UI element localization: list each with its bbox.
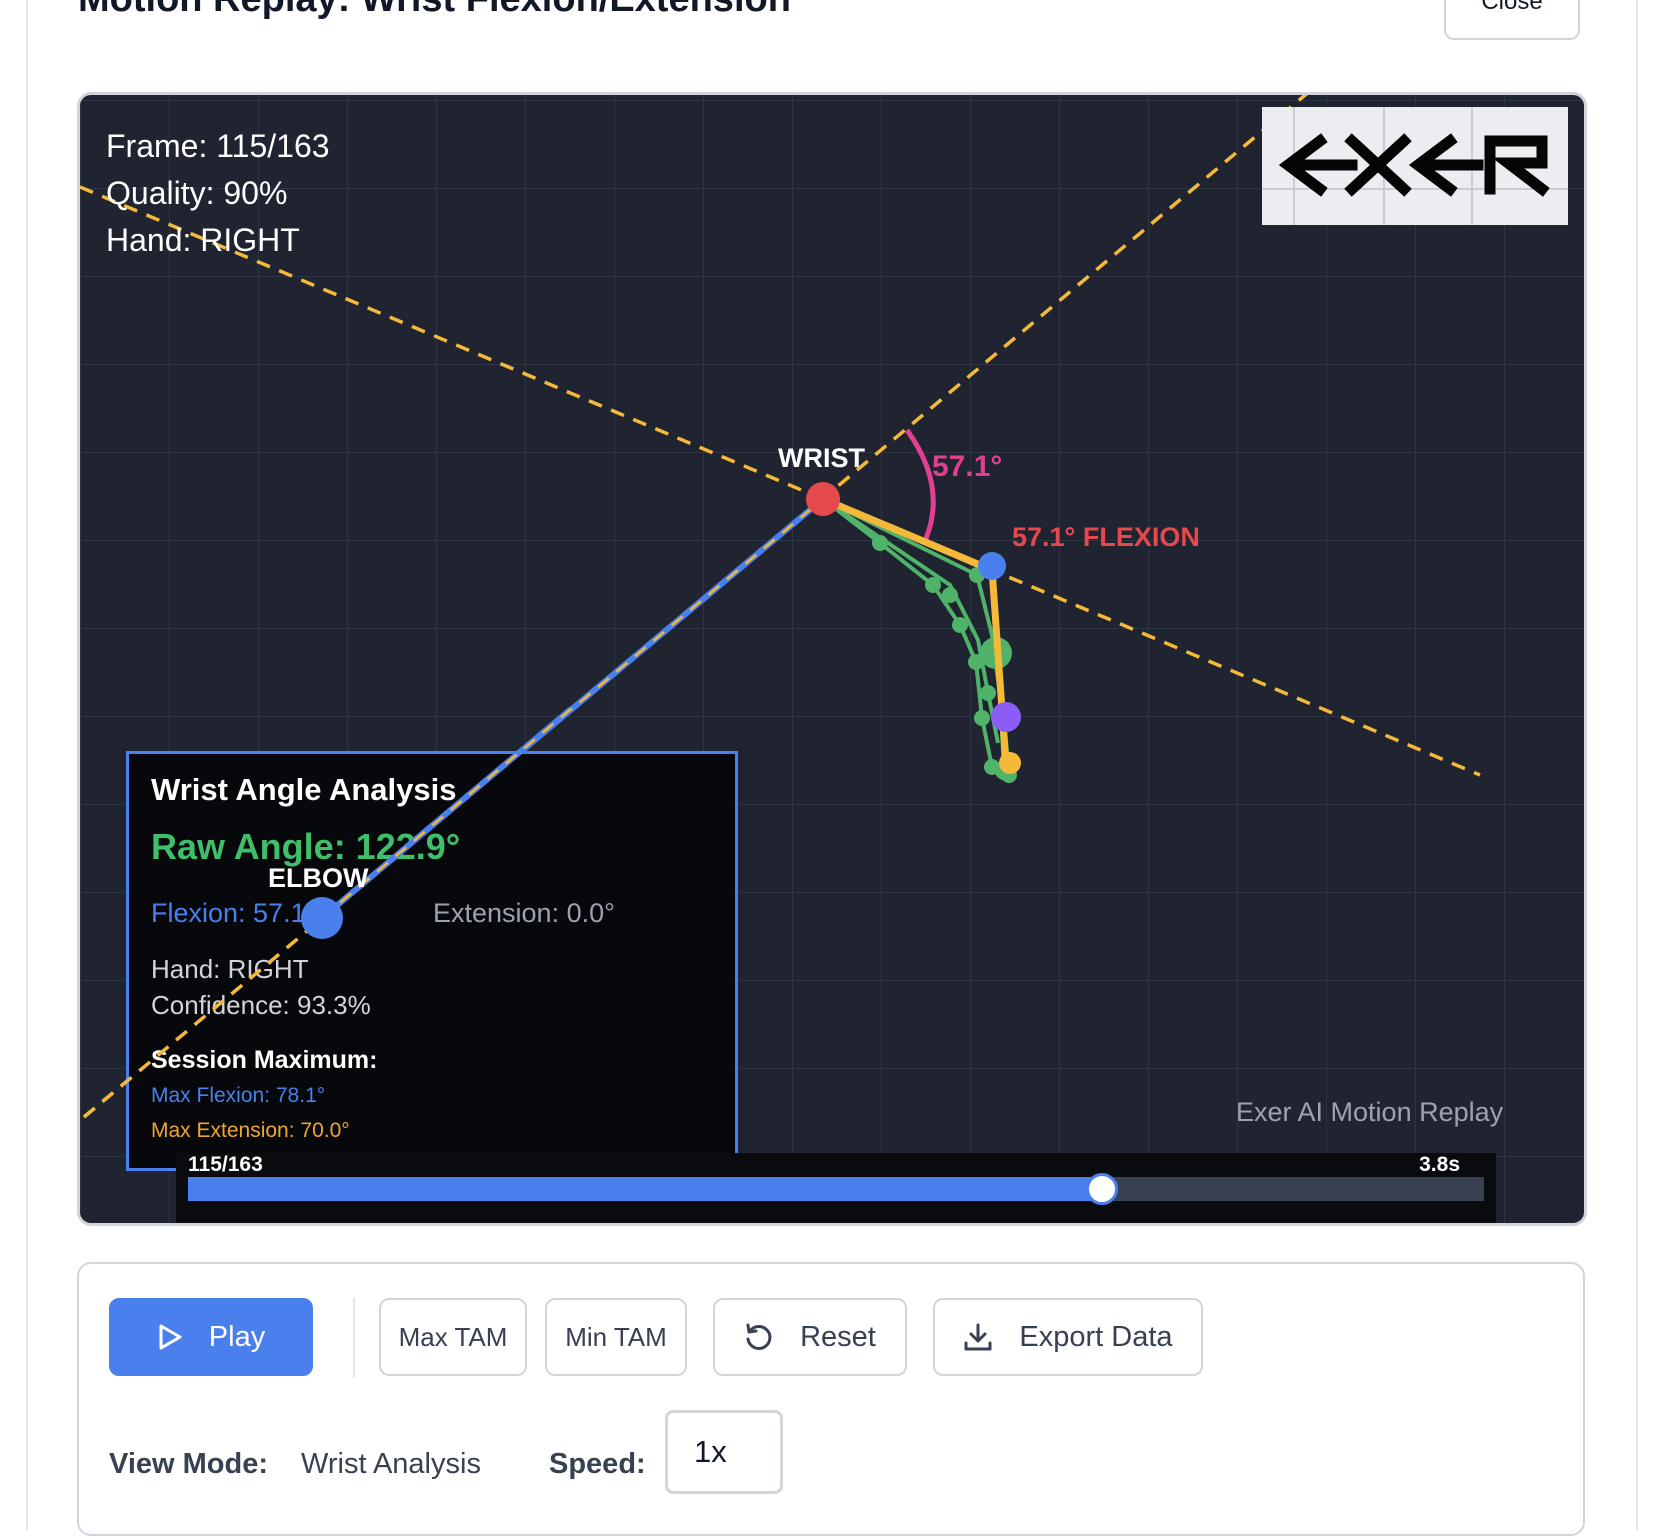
session-maximum-heading: Session Maximum: xyxy=(151,1046,378,1074)
scrubber-track[interactable] xyxy=(188,1173,1484,1205)
reset-label: Reset xyxy=(800,1320,876,1353)
export-label: Export Data xyxy=(1019,1320,1173,1353)
arc-angle-label: 57.1° xyxy=(932,450,1002,483)
view-mode-value[interactable]: Wrist Analysis xyxy=(301,1448,481,1481)
wrist-angle-analysis-panel: Wrist Angle Analysis Raw Angle: 122.9° F… xyxy=(126,751,738,1171)
playback-controls: Play Max TAM Min TAM Reset Export Data V… xyxy=(77,1262,1585,1536)
scrubber-handle[interactable] xyxy=(1086,1173,1119,1205)
play-icon xyxy=(157,1323,183,1351)
panel-hand-readout: Hand: RIGHT xyxy=(151,954,309,984)
max-tam-button[interactable]: Max TAM xyxy=(379,1298,527,1376)
frame-counter: Frame: 115/163 xyxy=(106,128,330,164)
export-data-button[interactable]: Export Data xyxy=(933,1298,1203,1376)
view-mode-label: View Mode: xyxy=(109,1448,268,1480)
exer-logo xyxy=(1262,107,1568,225)
play-label: Play xyxy=(208,1320,266,1353)
controls-divider xyxy=(353,1298,355,1378)
exer-logo-mark xyxy=(1262,107,1568,225)
play-button[interactable]: Play xyxy=(109,1298,313,1376)
extension-readout: Extension: 0.0° xyxy=(433,898,615,928)
download-icon xyxy=(963,1322,993,1352)
hand-readout: Hand: RIGHT xyxy=(106,222,300,258)
wrist-joint-marker xyxy=(806,482,840,516)
confidence-readout: Confidence: 93.3% xyxy=(151,990,371,1020)
frame-info-overlay: Frame: 115/163 Quality: 90% Hand: RIGHT xyxy=(106,123,330,264)
scrubber-frame-label: 115/163 xyxy=(188,1153,263,1176)
raw-angle-readout: Raw Angle: 122.9° xyxy=(151,826,461,867)
close-button[interactable]: Close xyxy=(1444,0,1580,40)
fingertip-end-marker xyxy=(999,752,1021,774)
reset-icon xyxy=(744,1322,774,1352)
max-flexion-readout: Max Flexion: 78.1° xyxy=(151,1084,326,1107)
speed-label: Speed: xyxy=(549,1448,646,1480)
watermark-text: Exer AI Motion Replay xyxy=(1236,1097,1504,1127)
flexion-tag-label: 57.1° FLEXION xyxy=(1012,522,1200,552)
scrubber-progress-fill xyxy=(188,1177,1103,1201)
flexion-readout: Flexion: 57.1° xyxy=(151,898,317,928)
min-tam-button[interactable]: Min TAM xyxy=(545,1298,687,1376)
scrubber-time-label: 3.8s xyxy=(1419,1153,1460,1176)
mcp-joint-marker xyxy=(978,552,1006,580)
wrist-label: WRIST xyxy=(778,443,865,473)
max-extension-readout: Max Extension: 70.0° xyxy=(151,1119,350,1142)
timeline-scrubber[interactable]: 115/163 3.8s xyxy=(176,1153,1496,1223)
speed-select[interactable]: 1x xyxy=(665,1410,783,1494)
fingertip-marker xyxy=(991,702,1021,732)
motion-replay-viewer[interactable]: WRIST 57.1° 57.1° FLEXION Frame: 115/163… xyxy=(77,92,1587,1226)
dialog-title: Motion Replay: Wrist Flexion/Extension xyxy=(78,0,791,21)
reset-button[interactable]: Reset xyxy=(713,1298,907,1376)
panel-title: Wrist Angle Analysis xyxy=(151,772,457,807)
quality-readout: Quality: 90% xyxy=(106,175,288,211)
